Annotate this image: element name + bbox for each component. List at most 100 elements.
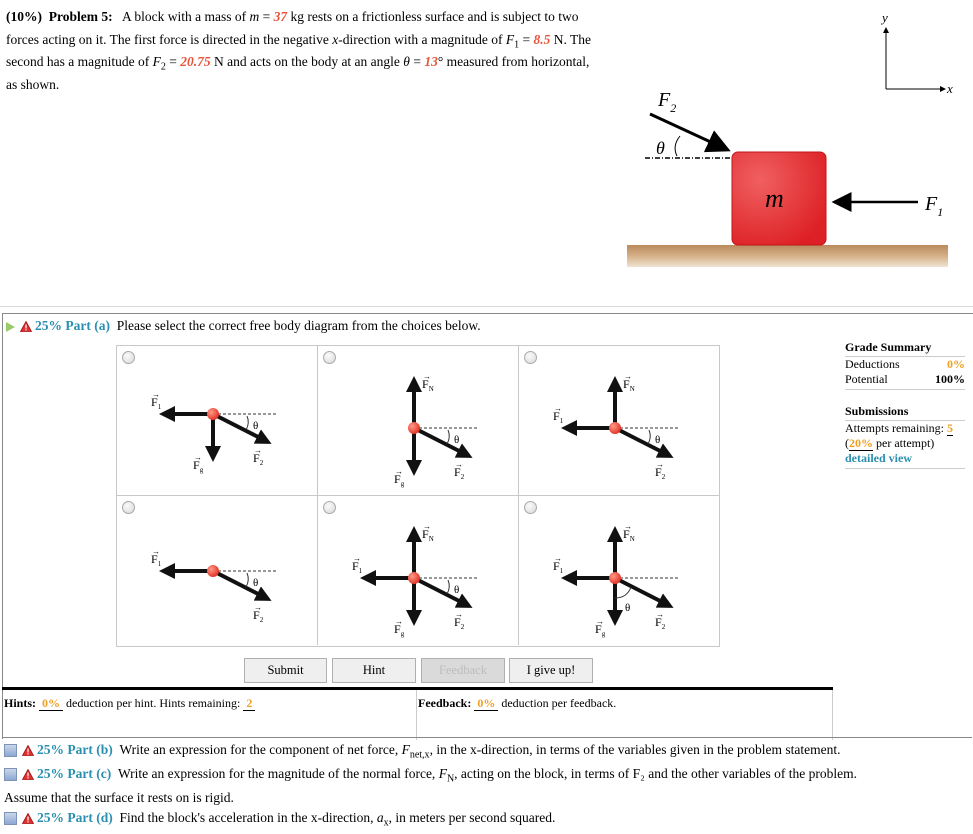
part-prompt: Write an expression for the component of… — [119, 742, 402, 757]
f2-symbol: F — [152, 54, 161, 69]
part-prompt: , acting on the block, in terms of F₂ an… — [454, 766, 858, 781]
fbd-choice-5[interactable]: → FN → F1 → Fg → F2 θ — [318, 496, 519, 645]
fbd-choice-2[interactable]: → FN → Fg → F2 θ — [318, 346, 519, 496]
f2-arrow — [413, 426, 473, 458]
f1-value: 8.5 — [533, 31, 551, 47]
warning-icon — [20, 321, 32, 333]
symbol: F — [401, 742, 410, 757]
attempts-label: Attempts remaining: — [845, 421, 944, 435]
radio-button[interactable] — [323, 351, 336, 364]
radio-button[interactable] — [524, 351, 537, 364]
x-axis-label: x — [946, 81, 953, 96]
fbd-choice-4[interactable]: → F1 → F2 θ — [117, 496, 318, 645]
hints-label: Hints: — [4, 696, 37, 710]
hints-feedback-bar: Hints: 0% deduction per hint. Hints rema… — [2, 687, 833, 740]
fn-label: FN — [623, 527, 635, 543]
theta-label: θ — [656, 138, 665, 158]
fg-label: Fg — [394, 472, 405, 488]
floor-surface — [627, 245, 948, 267]
fn-label: FN — [422, 527, 434, 543]
attempts-row: Attempts remaining: 5 — [845, 421, 965, 436]
part-label: Part (a) — [65, 318, 110, 333]
f1-label: F1 — [553, 409, 564, 425]
collapse-square-icon[interactable] — [4, 768, 17, 782]
symbol: a — [376, 810, 384, 825]
fbd-choice-3[interactable]: → FN → F1 → F2 θ — [519, 346, 719, 496]
f2-label: F2 — [454, 465, 465, 481]
potential-row: Potential 100% — [845, 372, 965, 390]
problem-figure: y x m θ F2 F1 — [627, 10, 953, 267]
body-point — [609, 572, 621, 584]
give-up-button[interactable]: I give up! — [509, 658, 593, 683]
part-weight: 25% — [37, 742, 64, 757]
theta-label: θ — [655, 434, 660, 446]
problem-title: Problem 5: — [48, 9, 113, 24]
part-d-header[interactable]: 25% Part (d) Find the block's accelerati… — [4, 810, 556, 828]
radio-button[interactable] — [524, 501, 537, 514]
mass-value: 37 — [273, 9, 288, 24]
collapse-square-icon[interactable] — [4, 744, 17, 758]
radio-button[interactable] — [122, 351, 135, 364]
feedback-info: Feedback: 0% deduction per feedback. — [418, 696, 616, 711]
part-c-continuation: Assume that the surface it rests on is r… — [4, 790, 234, 805]
symbol: F — [438, 766, 447, 781]
fbd-choice-6[interactable]: → FN → F1 → Fg → F2 θ — [519, 496, 719, 645]
detailed-view-link[interactable]: detailed view — [845, 451, 912, 465]
problem-weight: (10%) — [6, 9, 42, 24]
submit-button[interactable]: Submit — [244, 658, 327, 683]
radio-button[interactable] — [122, 501, 135, 514]
feedback-text: deduction per feedback. — [501, 696, 617, 710]
mass-label: m — [765, 184, 784, 213]
theta-label: θ — [625, 602, 630, 614]
part-prompt: Find the block's acceleration in the x-d… — [119, 810, 377, 825]
grade-summary-title: Grade Summary — [845, 340, 965, 357]
f2-label: F2 — [253, 451, 264, 467]
f1-label: F1 — [151, 552, 162, 568]
f2-arrow — [212, 569, 272, 601]
expand-triangle-icon[interactable] — [6, 321, 15, 332]
fbd-diagram: →F1→F2θ — [151, 547, 276, 624]
part-b-header[interactable]: 25% Part (b) Write an expression for the… — [4, 742, 840, 760]
fn-label: FN — [422, 377, 434, 393]
section-divider — [2, 737, 972, 738]
equals: = — [519, 31, 534, 47]
y-axis-label: y — [880, 10, 888, 25]
theta-value: 13 — [424, 54, 438, 69]
grade-summary: Grade Summary Deductions 0% Potential 100%… — [845, 340, 965, 469]
theta-arc — [647, 429, 651, 445]
axes-icon: y x — [880, 10, 953, 96]
f1-label: F1 — [151, 395, 162, 411]
collapse-square-icon[interactable] — [4, 812, 17, 826]
radio-button[interactable] — [323, 501, 336, 514]
potential-value: 100% — [935, 372, 965, 386]
theta-arc — [614, 586, 632, 599]
fn-label: FN — [623, 377, 635, 393]
feedback-label: Feedback: — [418, 696, 472, 710]
part-prompt: , in meters per second squared. — [388, 810, 556, 825]
part-label: Part (b) — [67, 742, 113, 757]
body-point — [408, 572, 420, 584]
theta-label: θ — [454, 434, 459, 446]
fbd-diagram: →FN→F1→Fg→F2θ — [352, 522, 477, 638]
hint-button[interactable]: Hint — [332, 658, 416, 683]
part-label: Part (d) — [67, 810, 113, 825]
divider — [832, 690, 833, 740]
per-attempt-pct: 20% — [849, 436, 873, 451]
equals: = — [165, 54, 181, 69]
f2-label: F2 — [454, 615, 465, 631]
part-weight: 25% — [35, 318, 62, 333]
part-a-header[interactable]: 25% Part (a) Please select the correct f… — [6, 318, 481, 334]
body-point — [207, 408, 219, 420]
f2-arrow — [413, 576, 473, 608]
f2-value: 20.75 — [180, 54, 211, 69]
hints-text: deduction per hint. Hints remaining: — [66, 696, 241, 710]
part-c-header[interactable]: 25% Part (c) Write an expression for the… — [4, 766, 858, 784]
mass-symbol: m — [249, 9, 260, 24]
divider — [416, 690, 417, 740]
theta-arc — [245, 415, 249, 431]
fbd-diagram: →FN→F1→F2θ — [553, 372, 678, 481]
f2-label: F2 — [655, 615, 666, 631]
submissions-title: Submissions — [845, 404, 965, 421]
fbd-choice-1[interactable]: → F1 → Fg → F2 θ — [117, 346, 318, 496]
theta-arc — [446, 579, 450, 595]
